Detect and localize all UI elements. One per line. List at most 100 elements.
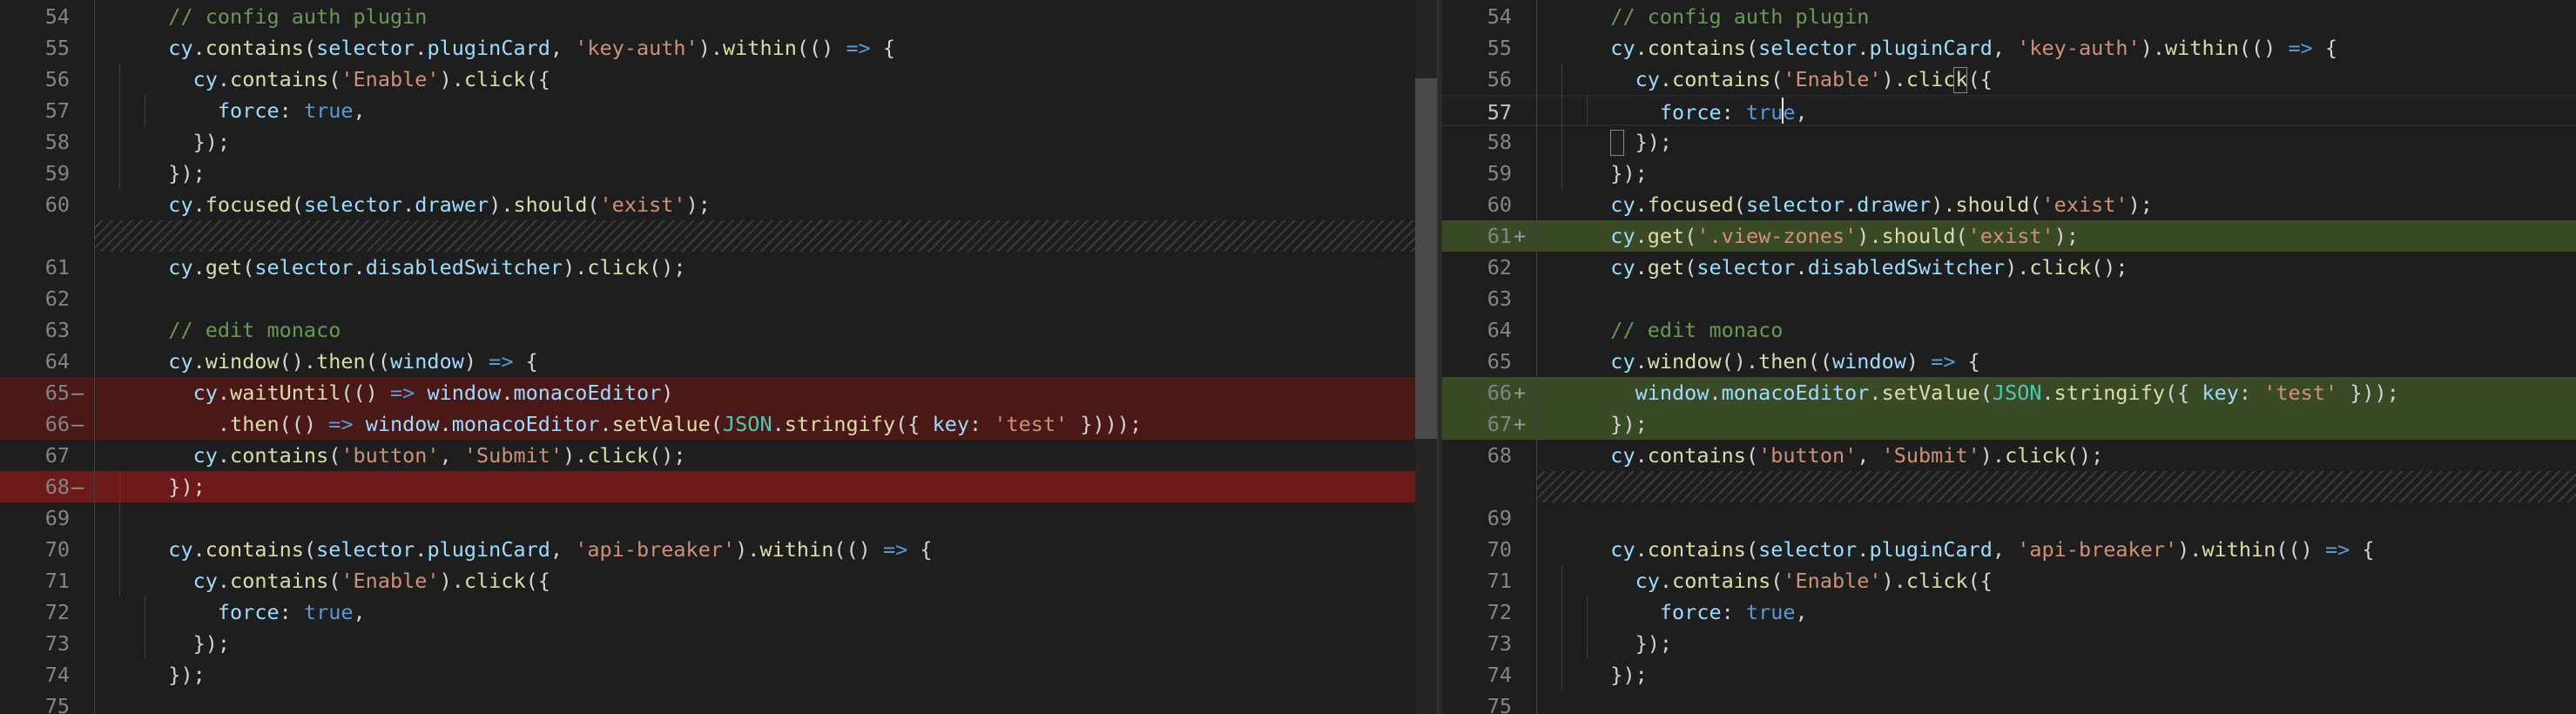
code-text[interactable]: // edit monaco: [144, 314, 341, 346]
code-line[interactable]: 65— cy.waitUntil(() => window.monacoEdit…: [0, 377, 1437, 408]
code-text[interactable]: cy.contains('Enable').click({: [1586, 64, 1993, 95]
code-line[interactable]: 55 cy.contains(selector.pluginCard, 'key…: [0, 32, 1437, 64]
code-token: 'exist': [2041, 192, 2128, 217]
code-line[interactable]: 62 cy.get(selector.disabledSwitcher).cli…: [1442, 252, 2576, 283]
code-text[interactable]: });: [1586, 158, 1647, 189]
code-line[interactable]: 65 cy.window().then((window) => {: [1442, 346, 2576, 377]
code-text[interactable]: cy.get(selector.disabledSwitcher).click(…: [1586, 252, 2128, 283]
code-text[interactable]: cy.contains(selector.pluginCard, 'api-br…: [1586, 534, 2374, 565]
code-text[interactable]: force: true,: [144, 95, 366, 126]
code-line[interactable]: 64 // edit monaco: [1442, 314, 2576, 346]
code-token: .: [415, 537, 428, 562]
code-text[interactable]: });: [1586, 408, 1647, 440]
code-line[interactable]: 69: [1442, 502, 2576, 534]
code-line[interactable]: 70 cy.contains(selector.pluginCard, 'api…: [0, 534, 1437, 565]
code-line[interactable]: 54 // config auth plugin: [1442, 1, 2576, 32]
code-text[interactable]: // edit monaco: [1586, 314, 1783, 346]
code-text[interactable]: cy.focused(selector.drawer).should('exis…: [144, 189, 711, 220]
code-line[interactable]: 58 });: [0, 126, 1437, 158]
code-line[interactable]: 61 cy.get(selector.disabledSwitcher).cli…: [0, 252, 1437, 283]
code-text[interactable]: cy.window().then((window) => {: [1586, 346, 1979, 377]
code-line[interactable]: 54 // config auth plugin: [0, 1, 1437, 32]
code-token: .: [1795, 255, 1808, 280]
code-line[interactable]: 61 + cy.get('.view-zones').should('exist'…: [1442, 220, 2576, 252]
code-text[interactable]: });: [144, 628, 230, 659]
code-text[interactable]: cy.focused(selector.drawer).should('exis…: [1586, 189, 2153, 220]
code-line[interactable]: 73 });: [1442, 628, 2576, 659]
code-token: // config auth plugin: [1586, 4, 1870, 29]
code-token: then: [1758, 349, 1808, 374]
code-line[interactable]: 68 cy.contains('button', 'Submit').click…: [1442, 440, 2576, 471]
code-token: =>: [328, 412, 354, 436]
code-line[interactable]: 69: [0, 502, 1437, 534]
code-line[interactable]: 59 });: [0, 158, 1437, 189]
code-token: ): [1905, 349, 1932, 374]
code-text[interactable]: });: [1586, 628, 1672, 659]
code-line[interactable]: 55 cy.contains(selector.pluginCard, 'key…: [1442, 32, 2576, 64]
code-line[interactable]: 71 cy.contains('Enable').click({: [0, 565, 1437, 596]
code-token: ).: [439, 569, 464, 593]
code-text[interactable]: force: true,: [1586, 596, 1808, 628]
code-line[interactable]: 74 });: [1442, 659, 2576, 690]
code-text[interactable]: cy.get('.view-zones').should('exist');: [1586, 220, 2079, 252]
code-token: pluginCard: [1869, 36, 1993, 60]
code-line[interactable]: 56 cy.contains('Enable').click({: [1442, 64, 2576, 95]
code-line[interactable]: 67 + });: [1442, 408, 2576, 440]
code-text[interactable]: cy.contains('Enable').click({: [144, 565, 550, 596]
code-line[interactable]: 56 cy.contains('Enable').click({: [0, 64, 1437, 95]
code-line[interactable]: 60 cy.focused(selector.drawer).should('e…: [0, 189, 1437, 220]
code-text[interactable]: });: [1586, 126, 1672, 158]
code-line[interactable]: 59 });: [1442, 158, 2576, 189]
code-text[interactable]: });: [144, 126, 230, 158]
code-text[interactable]: cy.waitUntil(() => window.monacoEditor): [144, 377, 674, 408]
code-text[interactable]: cy.get(selector.disabledSwitcher).click(…: [144, 252, 685, 283]
code-text[interactable]: // config auth plugin: [144, 1, 427, 32]
code-token: .: [192, 192, 206, 217]
code-text[interactable]: });: [1586, 659, 1647, 690]
indent-guide: [119, 471, 120, 596]
modified-pane[interactable]: 54 // config auth plugin 55 cy.contains(s…: [1442, 0, 2576, 714]
code-token: (: [587, 192, 600, 217]
code-line[interactable]: 66— .then(() => window.monacoEditor.setV…: [0, 408, 1437, 440]
code-text[interactable]: });: [144, 659, 205, 690]
code-text[interactable]: });: [144, 158, 205, 189]
code-text[interactable]: cy.contains(selector.pluginCard, 'key-au…: [1586, 32, 2337, 64]
code-line[interactable]: 62: [0, 283, 1437, 314]
code-line[interactable]: 67 cy.contains('button', 'Submit').click…: [0, 440, 1437, 471]
code-text[interactable]: force: true,: [144, 596, 366, 628]
code-text[interactable]: cy.contains('Enable').click({: [144, 64, 550, 95]
code-text[interactable]: .then(() => window.monacoEditor.setValue…: [144, 408, 1142, 440]
code-token: selector: [303, 192, 403, 217]
code-line[interactable]: 74 });: [0, 659, 1437, 690]
code-line[interactable]: 57 force: true,: [0, 95, 1437, 126]
code-line[interactable]: 72 force: true,: [0, 596, 1437, 628]
code-line[interactable]: 68— });: [0, 471, 1437, 502]
code-text[interactable]: cy.contains(selector.pluginCard, 'api-br…: [144, 534, 932, 565]
code-line[interactable]: 57 force: true,: [1442, 95, 2576, 126]
code-line[interactable]: 70 cy.contains(selector.pluginCard, 'api…: [1442, 534, 2576, 565]
code-text[interactable]: cy.window().then((window) => {: [144, 346, 537, 377]
code-line[interactable]: 63 // edit monaco: [0, 314, 1437, 346]
code-line[interactable]: 72 force: true,: [1442, 596, 2576, 628]
code-line[interactable]: 63: [1442, 283, 2576, 314]
code-line[interactable]: 75: [0, 690, 1437, 714]
code-line[interactable]: 75: [1442, 690, 2576, 714]
scrollbar-thumb[interactable]: [1415, 78, 1437, 439]
delete-marker-icon: —: [71, 381, 84, 405]
code-text[interactable]: cy.contains(selector.pluginCard, 'key-au…: [144, 32, 895, 64]
original-pane[interactable]: 54 // config auth plugin 55 cy.contains(s…: [0, 0, 1437, 714]
code-token: );: [2128, 192, 2153, 217]
code-line[interactable]: 64 cy.window().then((window) => {: [0, 346, 1437, 377]
code-text[interactable]: cy.contains('button', 'Submit').click();: [144, 440, 686, 471]
code-line[interactable]: 66 + window.monacoEditor.setValue(JSON.st…: [1442, 377, 2576, 408]
code-line[interactable]: 73 });: [0, 628, 1437, 659]
code-line[interactable]: 71 cy.contains('Enable').click({: [1442, 565, 2576, 596]
code-text[interactable]: cy.contains('button', 'Submit').click();: [1586, 440, 2103, 471]
code-text[interactable]: force: true,: [1586, 97, 1808, 128]
code-text[interactable]: });: [144, 471, 205, 502]
code-line[interactable]: 60 cy.focused(selector.drawer).should('e…: [1442, 189, 2576, 220]
code-text[interactable]: // config auth plugin: [1586, 1, 1869, 32]
code-text[interactable]: window.monacoEditor.setValue(JSON.string…: [1586, 377, 2399, 408]
insert-marker-icon: +: [1514, 381, 1527, 405]
code-text[interactable]: cy.contains('Enable').click({: [1586, 565, 1993, 596]
